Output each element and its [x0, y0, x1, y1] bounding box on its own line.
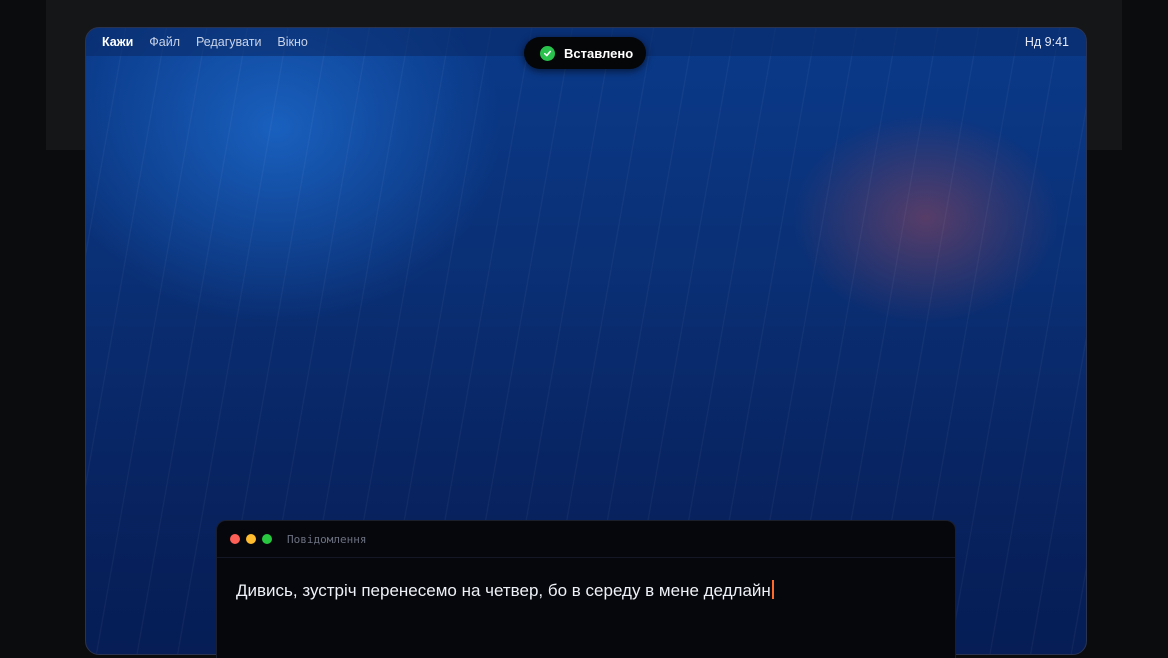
- pasted-toast: Вставлено: [524, 37, 646, 69]
- message-text-area[interactable]: Дивись, зустріч перенесемо на четвер, бо…: [217, 558, 955, 601]
- zoom-window-button[interactable]: [262, 534, 272, 544]
- check-circle-icon: [540, 45, 555, 61]
- minimize-window-button[interactable]: [246, 534, 256, 544]
- close-window-button[interactable]: [230, 534, 240, 544]
- menu-item-window[interactable]: Вікно: [277, 35, 307, 49]
- menu-item-file[interactable]: Файл: [149, 35, 180, 49]
- menu-app-name[interactable]: Кажи: [102, 35, 133, 49]
- message-text: Дивись, зустріч перенесемо на четвер, бо…: [236, 581, 771, 600]
- text-caret: [771, 580, 774, 599]
- menu-clock[interactable]: Нд 9:41: [1025, 35, 1069, 49]
- message-window-titlebar: Повідомлення: [217, 521, 955, 558]
- message-window-title: Повідомлення: [287, 532, 367, 546]
- toast-label: Вставлено: [564, 45, 634, 61]
- menu-item-edit[interactable]: Редагувати: [196, 35, 261, 49]
- message-window: Повідомлення Дивись, зустріч перенесемо …: [216, 520, 956, 658]
